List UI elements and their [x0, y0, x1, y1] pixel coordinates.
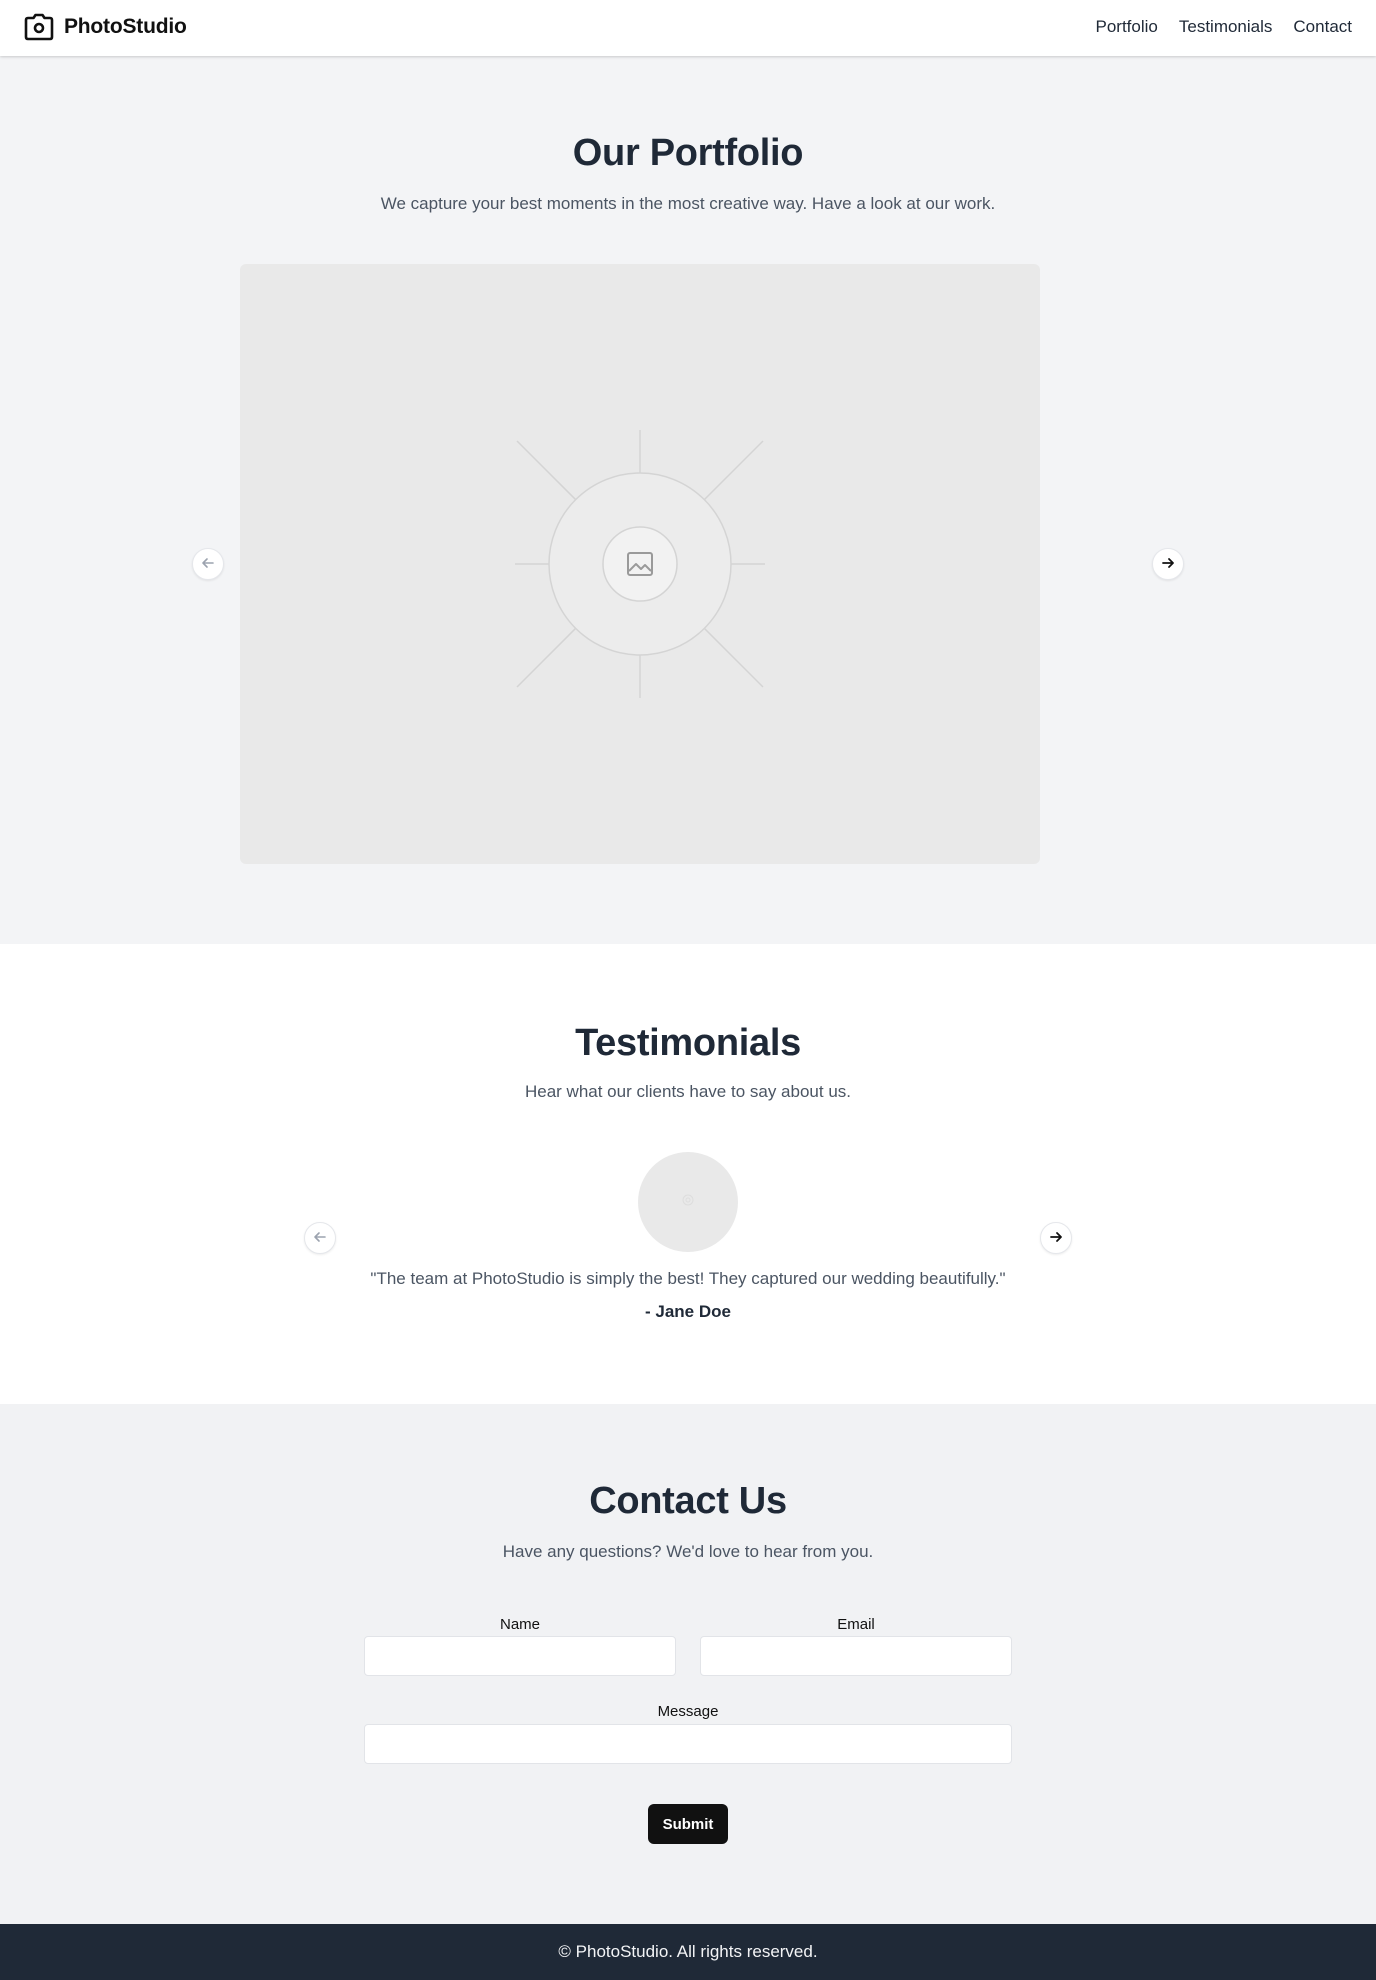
email-label: Email — [837, 1616, 875, 1633]
image-placeholder-icon — [626, 551, 654, 582]
portfolio-prev-button[interactable] — [192, 548, 224, 580]
testimonial-prev-button[interactable] — [304, 1222, 336, 1254]
nav-link-testimonials[interactable]: Testimonials — [1179, 17, 1273, 37]
nav-link-contact[interactable]: Contact — [1293, 17, 1352, 37]
arrow-right-icon — [1161, 556, 1175, 573]
site-footer: © PhotoStudio. All rights reserved. — [0, 1924, 1376, 1980]
main-nav: Portfolio Testimonials Contact — [1095, 17, 1352, 37]
contact-section: Contact Us Have any questions? We'd love… — [0, 1404, 1376, 1924]
portfolio-next-button[interactable] — [1152, 548, 1184, 580]
avatar-placeholder-icon — [681, 1193, 695, 1212]
name-field[interactable] — [364, 1636, 676, 1676]
client-avatar — [638, 1152, 738, 1252]
portfolio-section: Our Portfolio We capture your best momen… — [0, 56, 1376, 944]
testimonial-next-button[interactable] — [1040, 1222, 1072, 1254]
arrow-left-icon — [201, 556, 215, 573]
testimonials-title: Testimonials — [575, 1022, 801, 1064]
email-field[interactable] — [700, 1636, 1012, 1676]
message-label: Message — [657, 1703, 719, 1720]
testimonials-section: Testimonials Hear what our clients have … — [0, 944, 1376, 1404]
brand-logo[interactable]: PhotoStudio — [24, 13, 187, 41]
site-header: PhotoStudio Portfolio Testimonials Conta… — [0, 0, 1376, 56]
portfolio-subtitle: We capture your best moments in the most… — [380, 194, 996, 213]
contact-title: Contact Us — [589, 1480, 787, 1522]
portfolio-slide[interactable] — [240, 264, 1040, 864]
contact-subtitle: Have any questions? We'd love to hear fr… — [502, 1542, 874, 1561]
nav-link-portfolio[interactable]: Portfolio — [1095, 17, 1157, 37]
testimonial-author: - Jane Doe — [645, 1302, 731, 1321]
testimonial-quote: "The team at PhotoStudio is simply the b… — [370, 1269, 1006, 1288]
brand-name: PhotoStudio — [64, 15, 187, 38]
arrow-left-icon — [313, 1230, 327, 1247]
camera-icon — [24, 13, 54, 41]
testimonials-subtitle: Hear what our clients have to say about … — [524, 1082, 851, 1101]
name-label: Name — [499, 1616, 540, 1633]
arrow-right-icon — [1049, 1230, 1063, 1247]
submit-button[interactable]: Submit — [648, 1804, 728, 1844]
message-field[interactable] — [364, 1724, 1012, 1764]
copyright-text: © PhotoStudio. All rights reserved. — [558, 1942, 818, 1961]
portfolio-title: Our Portfolio — [572, 132, 804, 174]
